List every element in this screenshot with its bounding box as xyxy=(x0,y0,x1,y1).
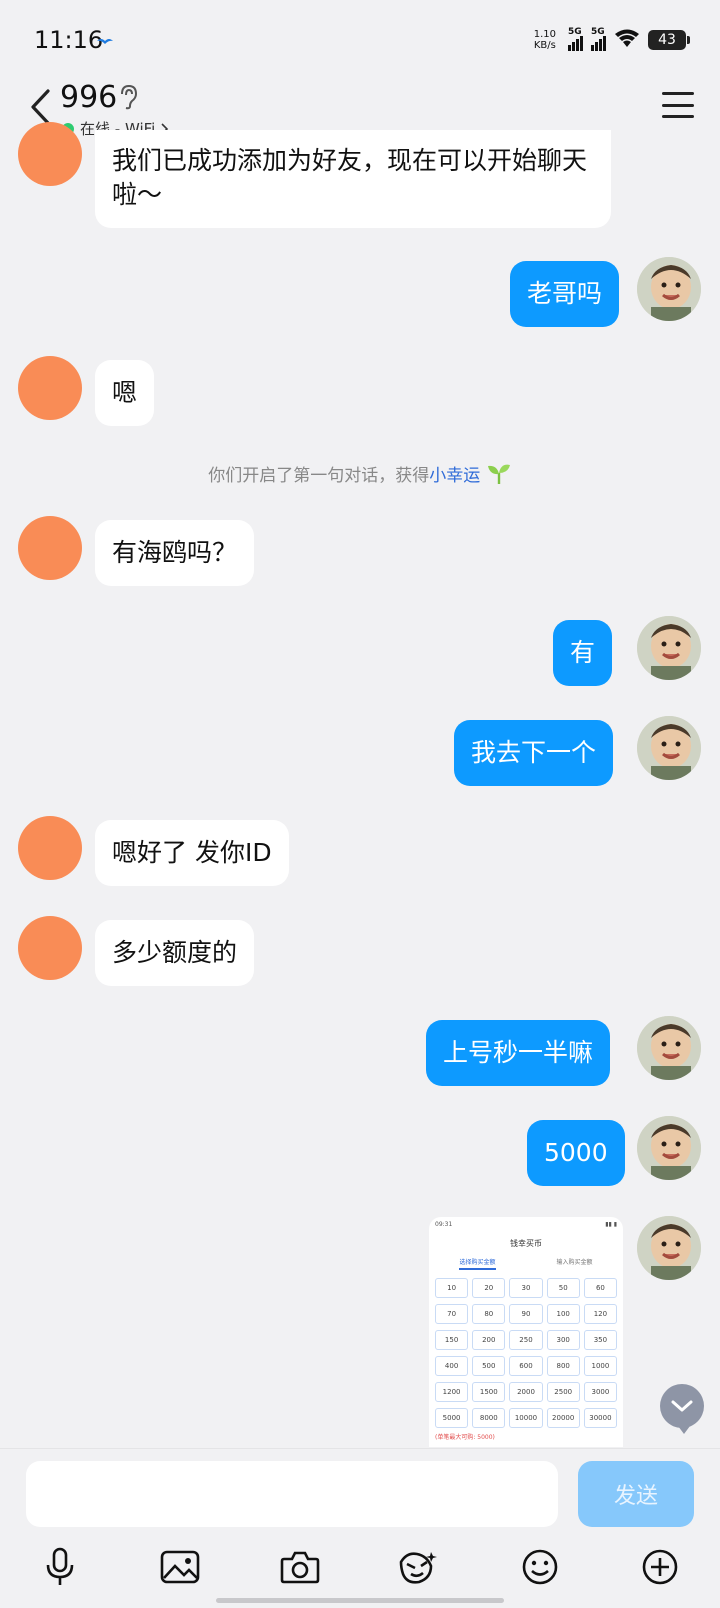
image-status-row: 09:31 ▮▮ ▮ xyxy=(429,1217,623,1232)
amount-cell: 1500 xyxy=(472,1382,506,1402)
image-tab-active: 选择购买金额 xyxy=(459,1257,496,1270)
my-avatar[interactable] xyxy=(637,1116,701,1180)
amount-cell: 100 xyxy=(546,1304,580,1324)
amount-cell: 90 xyxy=(509,1304,543,1324)
image-title: 钱幸买币 xyxy=(510,1239,542,1248)
amount-cell: 3000 xyxy=(583,1382,617,1402)
sim2-label: 5G xyxy=(591,27,605,37)
status-icons: 1.10 KB/s 5G 5G 43 xyxy=(534,26,690,54)
emoji-icon[interactable] xyxy=(518,1545,562,1589)
contact-avatar[interactable] xyxy=(18,516,82,580)
amount-cell: 350 xyxy=(583,1330,617,1350)
my-avatar[interactable] xyxy=(637,716,701,780)
input-toolbar xyxy=(0,1545,720,1595)
my-avatar[interactable] xyxy=(637,1016,701,1080)
message-bubble-outgoing[interactable]: 老哥吗 xyxy=(510,261,620,327)
image-status-icons: ▮▮ ▮ xyxy=(605,1221,617,1228)
amount-cell: 10 xyxy=(435,1278,469,1298)
amount-cell: 300 xyxy=(546,1330,580,1350)
image-icon[interactable] xyxy=(158,1545,202,1589)
my-avatar[interactable] xyxy=(637,1216,701,1280)
microphone-icon[interactable] xyxy=(38,1545,82,1589)
amount-cell: 600 xyxy=(509,1356,543,1376)
message-bubble-incoming[interactable]: 多少额度的 xyxy=(95,920,255,986)
wifi-icon xyxy=(614,28,640,52)
menu-icon-line xyxy=(662,115,694,118)
image-time: 09:31 xyxy=(435,1221,453,1228)
amount-cell: 50 xyxy=(546,1278,580,1298)
input-bar: 发送 xyxy=(0,1448,720,1608)
chevron-down-icon xyxy=(671,1400,693,1412)
amount-grid: 10 20 30 50 60 70 80 90 100 120 150 200 250 300 350 400… xyxy=(429,1270,623,1428)
amount-cell: 120 xyxy=(583,1304,617,1324)
message-bubble-incoming[interactable]: 嗯 xyxy=(95,360,155,426)
message-bubble-incoming[interactable]: 嗯好了 发你ID xyxy=(95,820,289,886)
amount-cell: 1000 xyxy=(583,1356,617,1376)
battery-level: 43 xyxy=(658,32,676,48)
amount-cell: 150 xyxy=(435,1330,469,1350)
amount-cell: 80 xyxy=(472,1304,506,1324)
amount-cell: 200 xyxy=(472,1330,506,1350)
menu-icon-line xyxy=(662,92,694,95)
amount-cell: 250 xyxy=(509,1330,543,1350)
contact-avatar[interactable] xyxy=(18,816,82,880)
amount-cell: 20000 xyxy=(546,1408,580,1428)
amount-cell: 5000 xyxy=(435,1408,469,1428)
menu-button[interactable] xyxy=(662,92,694,118)
message-bubble-outgoing[interactable]: 有 xyxy=(553,620,613,686)
status-time: 11:16 xyxy=(34,26,104,54)
message-bubble-outgoing[interactable]: 我去下一个 xyxy=(454,720,614,786)
image-message[interactable]: 09:31 ▮▮ ▮ 钱幸买币 选择购买金额 输入购买金额 10 20 30 50 60 7… xyxy=(429,1217,623,1447)
amount-cell: 60 xyxy=(583,1278,617,1298)
contact-name[interactable]: 996 xyxy=(60,80,117,115)
amount-cell: 20 xyxy=(472,1278,506,1298)
net-speed-unit: KB/s xyxy=(533,40,556,51)
sim1-label: 5G xyxy=(568,27,582,37)
amount-cell: 30000 xyxy=(583,1408,617,1428)
net-speed-value: 1.10 xyxy=(533,29,556,40)
image-footer: (单笔最大可购: 5000) xyxy=(435,1434,495,1441)
scroll-to-bottom-button[interactable] xyxy=(660,1384,704,1434)
my-avatar[interactable] xyxy=(637,616,701,680)
system-notice-highlight[interactable]: 小幸运 xyxy=(429,466,480,486)
home-indicator[interactable] xyxy=(216,1598,504,1603)
amount-cell: 500 xyxy=(472,1356,506,1376)
ear-icon[interactable] xyxy=(118,84,138,114)
status-bar: 11:16 1.10 KB/s 5G 5G 43 xyxy=(0,0,720,80)
amount-cell: 2500 xyxy=(546,1382,580,1402)
message-bubble-outgoing[interactable]: 上号秒一半嘛 xyxy=(426,1020,611,1086)
signal-sim2-icon: 5G xyxy=(591,27,606,51)
camera-icon[interactable] xyxy=(278,1545,322,1589)
contact-avatar[interactable] xyxy=(18,916,82,980)
my-avatar[interactable] xyxy=(637,257,701,321)
contact-avatar[interactable] xyxy=(18,122,82,186)
amount-cell: 2000 xyxy=(509,1382,543,1402)
battery-icon: 43 xyxy=(648,30,690,50)
amount-cell: 30 xyxy=(509,1278,543,1298)
amount-cell: 1200 xyxy=(435,1382,469,1402)
amount-cell: 10000 xyxy=(509,1408,543,1428)
amount-cell: 70 xyxy=(435,1304,469,1324)
bird-notification-icon xyxy=(96,32,114,51)
message-bubble-incoming[interactable]: 有海鸥吗？ xyxy=(95,520,255,586)
system-notice: 你们开启了第一句对话，获得小幸运 xyxy=(0,461,720,486)
sprout-icon xyxy=(487,464,510,484)
amount-cell: 8000 xyxy=(472,1408,506,1428)
contact-avatar[interactable] xyxy=(18,356,82,420)
system-notice-text: 你们开启了第一句对话，获得 xyxy=(208,466,430,486)
amount-cell: 800 xyxy=(546,1356,580,1376)
message-bubble-outgoing[interactable]: 5000 xyxy=(527,1120,625,1186)
image-tab-other: 输入购买金额 xyxy=(556,1259,593,1266)
message-input[interactable] xyxy=(26,1461,558,1527)
send-button[interactable]: 发送 xyxy=(578,1461,694,1527)
sticker-icon[interactable] xyxy=(396,1545,440,1589)
image-tabs: 选择购买金额 输入购买金额 xyxy=(429,1257,623,1270)
message-bubble-incoming[interactable]: 我们已成功添加为好友，现在可以开始聊天啦～ xyxy=(95,130,611,228)
network-speed: 1.10 KB/s xyxy=(534,29,556,51)
menu-icon-line xyxy=(662,103,694,107)
amount-cell: 400 xyxy=(435,1356,469,1376)
signal-sim1-icon: 5G xyxy=(568,27,583,51)
plus-icon[interactable] xyxy=(638,1545,682,1589)
chevron-left-icon xyxy=(31,89,50,125)
